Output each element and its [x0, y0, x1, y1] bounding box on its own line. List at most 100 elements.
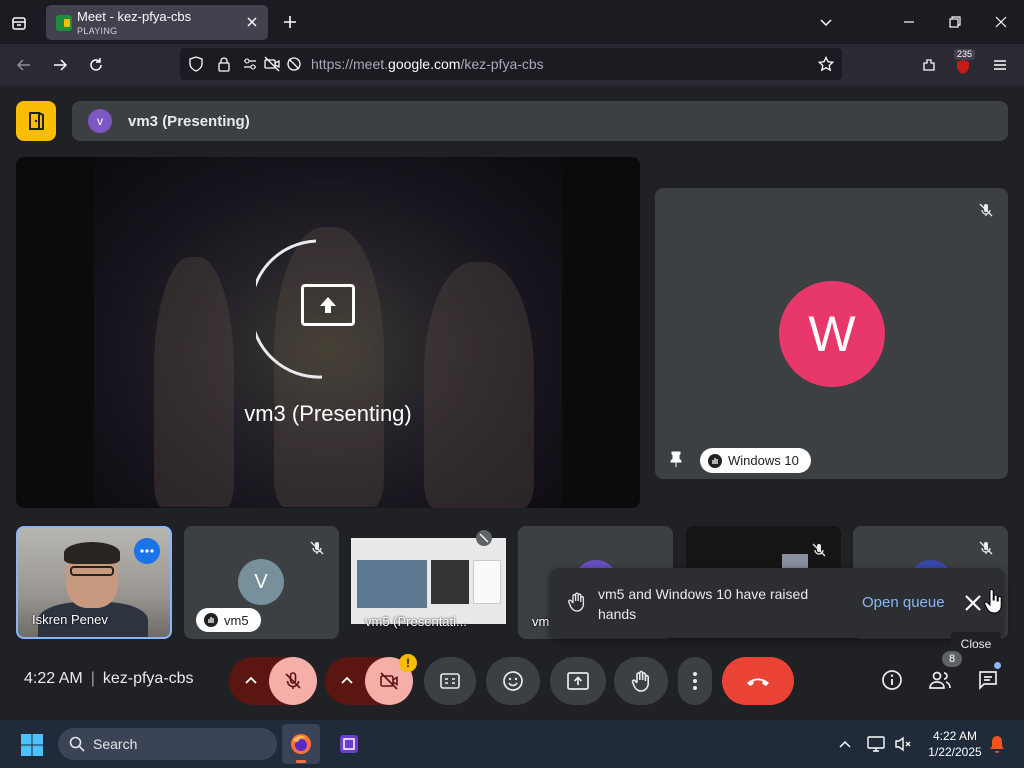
close-tab-icon[interactable]: [244, 14, 260, 30]
taskbar-search[interactable]: Search: [58, 728, 277, 760]
reload-icon[interactable]: [86, 55, 106, 75]
camera-off-icon: [380, 672, 398, 690]
leave-presentation-button[interactable]: [16, 101, 56, 141]
mic-off-icon: [285, 672, 301, 689]
extensions-icon[interactable]: [919, 55, 939, 75]
chevron-down-icon[interactable]: [816, 12, 836, 32]
meet-page: v vm3 (Presenting) vm3 (Presenting) W Wi…: [0, 86, 1024, 720]
taskbar-clock[interactable]: 4:22 AM 1/22/2025: [920, 728, 990, 760]
tab-meet[interactable]: Meet - kez-pfya-cbs PLAYING: [46, 5, 268, 40]
hamburger-menu-icon[interactable]: [990, 55, 1010, 75]
audio-options-button[interactable]: [229, 657, 273, 705]
self-video-glasses: [70, 566, 114, 576]
url-prefix: https://meet.: [311, 56, 389, 72]
shield-icon[interactable]: [188, 56, 204, 72]
presentation-icon: [301, 284, 355, 326]
presentation-tile[interactable]: vm5 (Presentati...: [351, 526, 506, 639]
volume-muted-icon[interactable]: [893, 734, 913, 754]
chip-app-icon: [340, 735, 358, 753]
more-options-button[interactable]: [678, 657, 712, 705]
thumb-window: [473, 560, 501, 604]
main-presentation-tile[interactable]: vm3 (Presenting): [16, 157, 640, 508]
self-video-tile[interactable]: Iskren Penev: [16, 526, 172, 639]
hand-icon: [568, 592, 586, 612]
forward-arrow-icon[interactable]: [50, 55, 70, 75]
people-button[interactable]: [924, 664, 956, 696]
taskbar-firefox[interactable]: [282, 724, 320, 764]
bookmark-star-icon[interactable]: [818, 56, 834, 72]
mic-off-icon: [309, 540, 325, 556]
camera-blocked-icon[interactable]: [264, 56, 280, 72]
captions-button[interactable]: [424, 657, 476, 705]
notification-bell-icon[interactable]: [988, 734, 1006, 754]
close-notification-button[interactable]: [960, 590, 986, 616]
taskbar-app[interactable]: [330, 724, 368, 764]
presenter-avatar: v: [88, 109, 112, 133]
participant-name: vm: [532, 614, 550, 629]
mic-off-icon: [811, 542, 827, 558]
chat-button[interactable]: [972, 664, 1004, 696]
network-icon[interactable]: [866, 734, 886, 754]
notification-message: vm5 and Windows 10 have raised hands: [598, 586, 809, 622]
meet-favicon-icon: [56, 15, 72, 31]
reactions-button[interactable]: [486, 657, 540, 705]
ublock-extension-icon[interactable]: [954, 58, 972, 76]
participant-name: Iskren Penev: [32, 612, 108, 627]
raise-hand-button[interactable]: [614, 657, 668, 705]
windows-start-icon[interactable]: [20, 733, 44, 757]
leave-call-button[interactable]: [722, 657, 794, 705]
meeting-details-button[interactable]: [876, 664, 908, 696]
mic-off-icon: [978, 202, 994, 218]
hand-icon: [631, 670, 649, 692]
close-window-icon[interactable]: [991, 12, 1011, 32]
meeting-code: kez-pfya-cbs: [102, 670, 194, 687]
active-app-indicator: [296, 760, 306, 763]
audio-control-group: [229, 657, 317, 705]
lock-icon[interactable]: [216, 56, 232, 72]
autoplay-blocked-icon[interactable]: [286, 56, 302, 72]
url-text: https://meet.google.com/kez-pfya-cbs: [311, 56, 544, 72]
more-options-icon[interactable]: [134, 538, 160, 564]
end-call-icon: [747, 678, 769, 686]
pin-icon[interactable]: [667, 450, 685, 468]
new-tab-icon[interactable]: [280, 12, 300, 32]
search-icon: [69, 736, 85, 752]
tab-status: PLAYING: [77, 26, 118, 36]
firefox-icon: [291, 734, 311, 754]
raised-hand-chip: vm5: [196, 608, 261, 632]
windows-taskbar: Search 4:22 AM 1/22/2025: [0, 720, 1024, 768]
presentation-thumbnail: [351, 538, 506, 624]
raised-hand-icon: [708, 453, 722, 468]
thumb-window: [357, 560, 427, 608]
tab-list-icon[interactable]: [8, 12, 30, 34]
captions-icon: [440, 673, 460, 689]
url-bar[interactable]: https://meet.google.com/kez-pfya-cbs: [180, 48, 842, 80]
chevron-up-icon[interactable]: [838, 737, 852, 751]
present-screen-button[interactable]: [550, 657, 606, 705]
pinned-participant-tile[interactable]: W Windows 10: [655, 188, 1008, 479]
info-icon: [882, 670, 902, 690]
chevron-up-icon: [245, 676, 257, 684]
participant-name: vm5: [224, 612, 249, 628]
back-arrow-icon[interactable]: [14, 55, 34, 75]
microphone-toggle-button[interactable]: [269, 657, 317, 705]
browser-nav-bar: https://meet.google.com/kez-pfya-cbs 235: [0, 44, 1024, 86]
video-options-button[interactable]: [325, 657, 369, 705]
thumb-window: [431, 560, 469, 604]
meeting-clock: 4:22 AM | kez-pfya-cbs: [24, 670, 194, 688]
mic-off-icon: [476, 530, 492, 546]
taskbar-date: 1/22/2025: [928, 745, 982, 759]
participant-tile[interactable]: V vm5: [184, 526, 339, 639]
minimize-icon[interactable]: [899, 12, 919, 32]
chat-icon: [979, 671, 997, 691]
url-domain: google.com: [388, 56, 461, 72]
taskbar-time: 4:22 AM: [932, 729, 978, 743]
raised-hands-notification: vm5 and Windows 10 have raised hands Ope…: [550, 568, 1004, 638]
open-queue-button[interactable]: Open queue: [862, 594, 945, 611]
permissions-icon[interactable]: [242, 56, 258, 72]
participant-name: Windows 10: [728, 453, 799, 468]
door-icon: [29, 112, 44, 130]
restore-icon[interactable]: [945, 12, 965, 32]
emoji-icon: [503, 671, 523, 691]
participant-avatar: V: [238, 559, 284, 605]
